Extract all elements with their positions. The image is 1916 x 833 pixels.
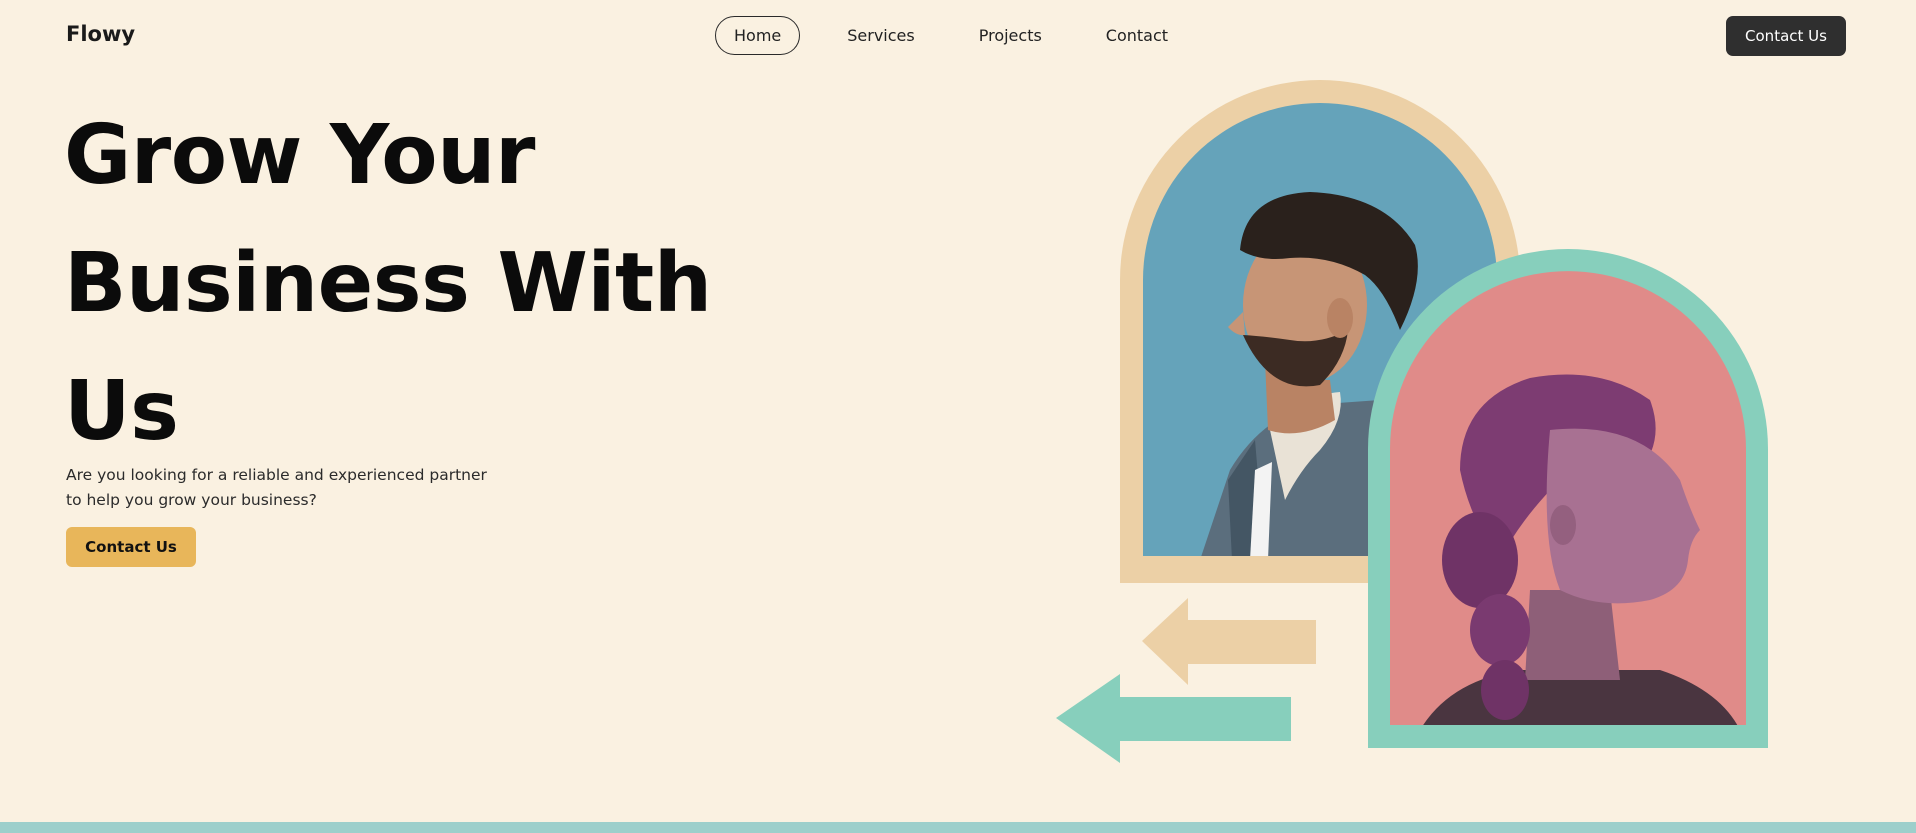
landing-page: Flowy Home Services Projects Contact Con… [0,0,1916,833]
woman-portrait-card [1368,249,1768,748]
sand-arrow-left-icon [1142,598,1316,685]
hero-illustration [1056,80,1768,763]
teal-arrow-left-icon [1056,674,1291,763]
bottom-accent-band [0,822,1916,833]
